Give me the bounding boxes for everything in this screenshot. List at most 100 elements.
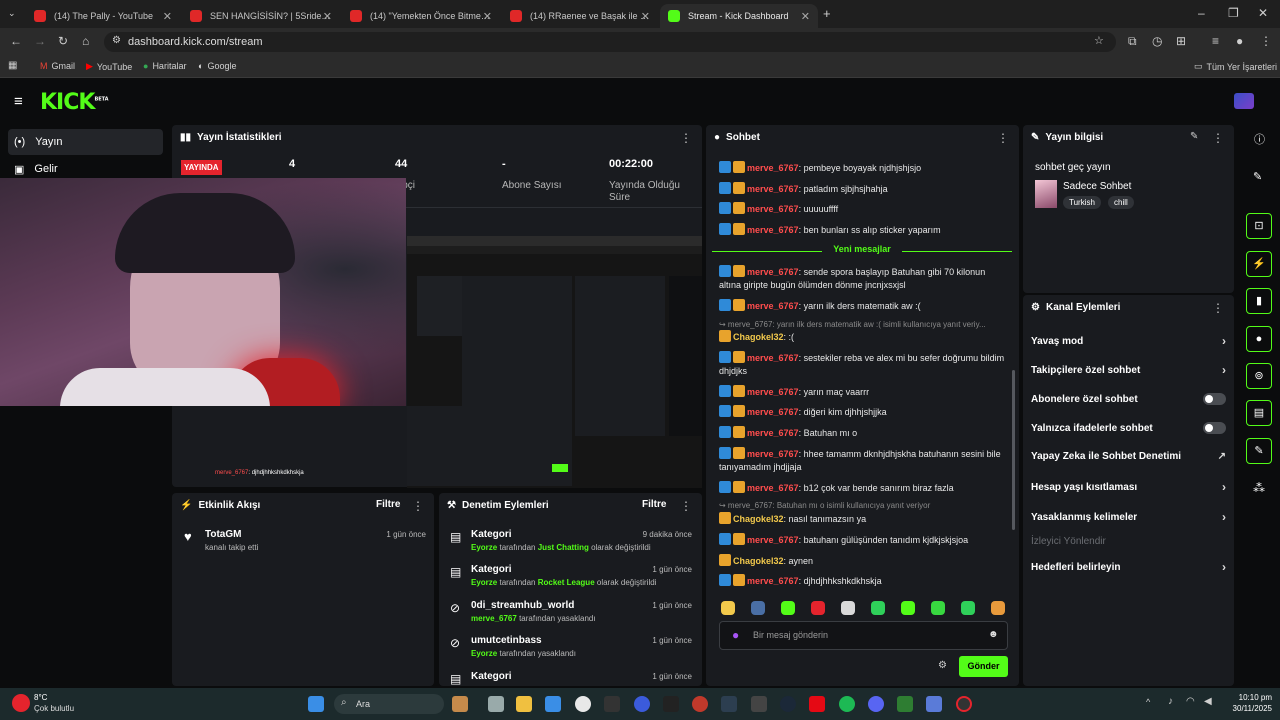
mod-actor[interactable]: merve_6767 <box>471 614 517 623</box>
wifi-icon[interactable]: ◠ <box>1186 697 1195 707</box>
chat-username[interactable]: merve_6767 <box>747 428 799 438</box>
browser-tab[interactable]: (14) RRaenee ve Başak ile soru ✕ <box>502 4 658 28</box>
chrome-icon[interactable] <box>575 696 591 712</box>
emote-icon[interactable] <box>871 601 885 615</box>
more-options-icon[interactable]: ⋮ <box>680 499 692 513</box>
emote-icon[interactable] <box>901 601 915 615</box>
discord-icon[interactable] <box>868 696 884 712</box>
action-banned-words[interactable]: Yasaklanmış kelimeler › <box>1031 510 1226 524</box>
action-followers-only[interactable]: Takipçilere özel sohbet › <box>1031 363 1226 377</box>
site-info-icon[interactable]: ⚙ <box>112 36 121 46</box>
valorant-icon[interactable] <box>721 696 737 712</box>
more-options-icon[interactable]: ⋮ <box>1212 131 1224 145</box>
rail-apps-icon[interactable]: ⁂ <box>1253 482 1265 494</box>
app-icon[interactable] <box>663 696 679 712</box>
emote-icon[interactable] <box>991 601 1005 615</box>
browser-tab[interactable]: (14) "Yemekten Önce Bitmeyen ✕ <box>342 4 500 28</box>
menu-kebab-icon[interactable]: ⋮ <box>1260 35 1272 47</box>
chat-username[interactable]: merve_6767 <box>747 407 799 417</box>
bookmark-youtube[interactable]: ▶ YouTube <box>86 61 132 72</box>
minecraft-icon[interactable] <box>897 696 913 712</box>
maximize-icon[interactable]: ❐ <box>1228 7 1239 19</box>
close-tab-icon[interactable]: ✕ <box>483 10 492 23</box>
apps-grid-icon[interactable]: ▦ <box>8 61 17 71</box>
app-icon[interactable] <box>926 696 942 712</box>
rail-clip-icon[interactable]: ▮ <box>1246 288 1272 314</box>
category-thumbnail[interactable] <box>1035 180 1057 208</box>
filter-button[interactable]: Filtre <box>642 499 666 510</box>
more-options-icon[interactable]: ⋮ <box>680 131 692 145</box>
chat-scrollbar[interactable] <box>1012 370 1015 530</box>
app-icon[interactable] <box>634 696 650 712</box>
home-icon[interactable]: ⌂ <box>82 35 89 47</box>
emote-icon[interactable] <box>961 601 975 615</box>
mod-target[interactable]: Just Chatting <box>538 543 589 552</box>
weather-temp[interactable]: 8°C <box>34 693 47 702</box>
more-options-icon[interactable]: ⋮ <box>1212 301 1224 315</box>
chat-username[interactable]: merve_6767 <box>747 301 799 311</box>
chat-username[interactable]: merve_6767 <box>747 387 799 397</box>
reply-context[interactable]: ↪ merve_6767: Batuhan mı o isimli kullan… <box>719 501 930 510</box>
address-input[interactable]: ⚙ dashboard.kick.com/stream ☆ <box>104 32 1116 52</box>
extensions-icon[interactable]: ⧉ <box>1128 35 1137 47</box>
more-options-icon[interactable]: ⋮ <box>412 499 424 513</box>
bookmark-maps[interactable]: ● Haritalar <box>143 61 186 71</box>
word-icon[interactable] <box>604 696 620 712</box>
action-goals[interactable]: Hedefleri belirleyin › <box>1031 560 1226 574</box>
rail-wrench-icon[interactable]: ✎ <box>1246 438 1272 464</box>
bookmark-star-icon[interactable]: ☆ <box>1094 36 1104 47</box>
chat-username[interactable]: merve_6767 <box>747 576 799 586</box>
more-options-icon[interactable]: ⋮ <box>997 131 1009 145</box>
taskbar-search[interactable]: ⌕ Ara <box>334 694 444 714</box>
emote-icon[interactable] <box>841 601 855 615</box>
app-icon[interactable] <box>692 696 708 712</box>
avatar[interactable] <box>1234 93 1254 109</box>
windows-start-icon[interactable] <box>308 696 324 712</box>
emoji-icon[interactable]: ☻ <box>988 630 999 640</box>
kick-logo[interactable]: KICKBETA <box>40 90 109 115</box>
chat-username[interactable]: merve_6767 <box>747 483 799 493</box>
reload-icon[interactable]: ↻ <box>58 35 68 47</box>
emote-icon[interactable] <box>781 601 795 615</box>
chat-username[interactable]: merve_6767 <box>747 184 799 194</box>
rail-broadcast-icon[interactable]: ⊚ <box>1246 363 1272 389</box>
close-tab-icon[interactable]: ✕ <box>641 10 650 23</box>
netflix-icon[interactable] <box>809 696 825 712</box>
chat-username[interactable]: merve_6767 <box>747 163 799 173</box>
emote-icon[interactable] <box>811 601 825 615</box>
chat-username[interactable]: Chagokel32 <box>733 514 784 524</box>
tray-chevron-icon[interactable]: ^ <box>1146 698 1150 707</box>
mod-actor[interactable]: Eyorze <box>471 543 497 552</box>
media-icon[interactable]: ≡ <box>1212 35 1219 47</box>
mod-actor[interactable]: Eyorze <box>471 649 497 658</box>
browser-tab[interactable]: (14) The Pally - YouTube ✕ <box>26 4 180 28</box>
back-icon[interactable]: ← <box>10 35 22 47</box>
rail-layout-icon[interactable]: ▤ <box>1246 400 1272 426</box>
close-tab-icon[interactable]: ✕ <box>801 10 810 23</box>
profile-icon[interactable]: ● <box>1236 35 1243 47</box>
chat-username[interactable]: merve_6767 <box>747 353 799 363</box>
hamburger-icon[interactable]: ≡ <box>14 94 23 109</box>
new-tab-icon[interactable]: + <box>823 7 831 20</box>
filter-button[interactable]: Filtre <box>376 499 400 510</box>
chat-username[interactable]: merve_6767 <box>747 267 799 277</box>
tab-search-icon[interactable]: ⌄ <box>8 9 16 18</box>
category-name[interactable]: Sadece Sohbet <box>1063 181 1131 192</box>
edit-pencil-icon[interactable]: ✎ <box>1190 132 1198 142</box>
stream-preview[interactable] <box>407 236 702 488</box>
close-window-icon[interactable]: ✕ <box>1258 7 1268 19</box>
clock-time[interactable]: 10:10 pm <box>1222 693 1272 702</box>
mic-tray-icon[interactable]: ♪ <box>1168 697 1173 707</box>
action-ai-moderation[interactable]: Yapay Zeka ile Sohbet Denetimi ↗ <box>1031 451 1226 462</box>
app-icon[interactable] <box>956 696 972 712</box>
rail-chat-icon[interactable]: ● <box>1246 326 1272 352</box>
rail-bolt-icon[interactable]: ⚡ <box>1246 251 1272 277</box>
microphone-icon[interactable]: ● <box>732 629 739 641</box>
minimize-icon[interactable]: – <box>1198 7 1205 19</box>
task-view-icon[interactable] <box>488 696 504 712</box>
info-icon[interactable]: ⓘ <box>1254 135 1265 146</box>
send-button[interactable]: Gönder <box>959 656 1008 677</box>
action-account-age[interactable]: Hesap yaşı kısıtlaması › <box>1031 480 1226 494</box>
mod-target[interactable]: Rocket League <box>538 578 595 587</box>
sidebar-item-yayin[interactable]: (•) Yayın <box>8 129 163 155</box>
